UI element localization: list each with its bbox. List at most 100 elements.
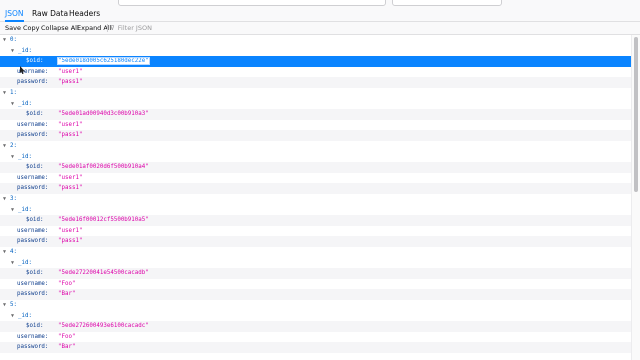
collapse-all-button[interactable]: Collapse All — [41, 22, 79, 34]
tab-json[interactable]: JSON — [5, 8, 24, 22]
username-value-text: "user1" — [58, 227, 83, 234]
password-key: password: — [17, 132, 49, 139]
tree-row-index[interactable]: ▼ 1: — [0, 88, 632, 99]
json-toolbar: Save Copy Collapse All Expand All ⊽ Filte… — [0, 22, 640, 35]
username-key: username: — [17, 121, 49, 128]
password-value[interactable]: "pass1" — [58, 130, 82, 141]
username-value-text: "user1" — [58, 121, 83, 128]
viewer-tabs: JSON Raw Data Headers — [0, 8, 640, 22]
expand-toggle-icon[interactable]: ▼ — [3, 247, 6, 258]
password-value[interactable]: "pass1" — [58, 77, 82, 88]
expand-toggle-icon[interactable]: ▼ — [3, 194, 6, 205]
oid-key: $oid: — [26, 58, 44, 65]
address-field[interactable] — [118, 0, 386, 6]
tree-row-password[interactable]: password: "pass1" — [0, 130, 632, 141]
tree-row-id[interactable]: ▼ _id: — [0, 311, 632, 322]
tree-row-oid[interactable]: $oid: "5ede272600493e6100cacadc" — [0, 321, 632, 332]
password-value-text: "pass1" — [58, 79, 83, 86]
tree-row-id[interactable]: ▼ _id: — [0, 99, 632, 110]
vertical-scrollbar[interactable] — [631, 35, 640, 360]
password-value[interactable]: "pass1" — [58, 183, 82, 194]
expand-toggle-icon[interactable]: ▼ — [3, 35, 6, 46]
json-tree: ▼ 0: ▼ _id: $oid: "5ede018d005c625180dec22e" u… — [0, 35, 632, 360]
oid-value-text: "5ede272600493e6100cacadc" — [58, 323, 149, 330]
oid-value-text: "5ede16f00012cf5500b910a5" — [58, 217, 149, 224]
tree-row-index[interactable]: ▼ 5: — [0, 300, 632, 311]
tab-headers[interactable]: Headers — [69, 8, 100, 20]
filter-icon: ⊽ — [110, 24, 115, 32]
tree-row-username[interactable]: username: "Foo" — [0, 279, 632, 290]
oid-value[interactable]: "5ede27220041e54500cacadb" — [58, 268, 149, 279]
password-value-text: "pass1" — [58, 238, 83, 245]
password-key: password: — [17, 238, 49, 245]
tree-row-password[interactable]: password: "pass1" — [0, 236, 632, 247]
username-value[interactable]: "user1" — [58, 67, 82, 78]
id-key: _id: — [18, 47, 32, 54]
tree-row-oid[interactable]: $oid: "5ede018d005c625180dec22e" — [0, 56, 632, 67]
oid-value[interactable]: "5ede01ad00940d3c00b910a3" — [58, 109, 149, 120]
username-value[interactable]: "Foo" — [58, 332, 75, 343]
username-value-text: "user1" — [58, 68, 83, 75]
oid-value[interactable]: "5ede01af0020d6f500b910a4" — [58, 162, 149, 173]
oid-value[interactable]: "5ede018d005c625180dec22e" — [57, 56, 150, 67]
oid-key: $oid: — [26, 270, 44, 277]
search-field[interactable] — [392, 0, 502, 6]
oid-value[interactable]: "5ede16f00012cf5500b910a5" — [58, 215, 149, 226]
id-key: _id: — [18, 259, 32, 266]
tree-row-index[interactable]: ▼ 4: — [0, 247, 632, 258]
tree-row-oid[interactable]: $oid: "5ede01af0020d6f500b910a4" — [0, 162, 632, 173]
tree-row-oid[interactable]: $oid: "5ede16f00012cf5500b910a5" — [0, 215, 632, 226]
tree-row-username[interactable]: username: "Foo" — [0, 332, 632, 343]
tree-row-username[interactable]: username: "user1" — [0, 120, 632, 131]
expand-toggle-icon[interactable]: ▼ — [11, 311, 14, 322]
oid-key: $oid: — [26, 323, 44, 330]
expand-toggle-icon[interactable]: ▼ — [3, 300, 6, 311]
expand-toggle-icon[interactable]: ▼ — [3, 141, 6, 152]
expand-toggle-icon[interactable]: ▼ — [3, 88, 6, 99]
scrollbar-thumb[interactable] — [634, 37, 638, 192]
id-key: _id: — [18, 312, 32, 319]
password-key: password: — [17, 185, 49, 192]
password-key: password: — [17, 344, 49, 351]
username-value-text: "user1" — [58, 174, 83, 181]
tree-row-id[interactable]: ▼ _id: — [0, 258, 632, 269]
tree-row-username[interactable]: username: "user1" — [0, 67, 632, 78]
tree-row-oid[interactable]: $oid: "5ede01ad00940d3c00b910a3" — [0, 109, 632, 120]
expand-toggle-icon[interactable]: ▼ — [11, 46, 14, 57]
expand-toggle-icon[interactable]: ▼ — [11, 258, 14, 269]
password-value[interactable]: "pass1" — [58, 236, 82, 247]
tree-row-id[interactable]: ▼ _id: — [0, 205, 632, 216]
id-key: _id: — [18, 153, 32, 160]
oid-value[interactable]: "5ede272600493e6100cacadc" — [58, 321, 149, 332]
id-key: _id: — [18, 100, 32, 107]
tree-row-password[interactable]: password: "pass1" — [0, 183, 632, 194]
username-value[interactable]: "user1" — [58, 173, 82, 184]
tree-row-index[interactable]: ▼ 0: — [0, 35, 632, 46]
expand-toggle-icon[interactable]: ▼ — [11, 205, 14, 216]
oid-value-text: "5ede01af0020d6f500b910a4" — [58, 164, 149, 171]
tree-row-password[interactable]: password: "Bar" — [0, 342, 632, 353]
password-value[interactable]: "Bar" — [58, 289, 75, 300]
toolbar-divider — [107, 24, 108, 32]
tree-row-username[interactable]: username: "user1" — [0, 173, 632, 184]
tree-row-password[interactable]: password: "pass1" — [0, 77, 632, 88]
tree-row-id[interactable]: ▼ _id: — [0, 46, 632, 57]
username-value[interactable]: "user1" — [58, 226, 82, 237]
tree-row-index[interactable]: ▼ 3: — [0, 194, 632, 205]
array-index-key: 4: — [10, 249, 17, 255]
tree-row-oid[interactable]: $oid: "5ede27220041e54500cacadb" — [0, 268, 632, 279]
tree-row-index[interactable]: ▼ 2: — [0, 141, 632, 152]
password-value[interactable]: "Bar" — [58, 342, 75, 353]
password-key: password: — [17, 291, 49, 298]
tree-row-id[interactable]: ▼ _id: — [0, 152, 632, 163]
save-button[interactable]: Save — [5, 22, 21, 34]
filter-input[interactable]: ⊽ Filter JSON — [110, 22, 152, 34]
copy-button[interactable]: Copy — [23, 22, 40, 34]
expand-toggle-icon[interactable]: ▼ — [11, 152, 14, 163]
expand-toggle-icon[interactable]: ▼ — [11, 99, 14, 110]
tree-row-password[interactable]: password: "Bar" — [0, 289, 632, 300]
username-value[interactable]: "Foo" — [58, 279, 75, 290]
username-value[interactable]: "user1" — [58, 120, 82, 131]
tab-raw-data[interactable]: Raw Data — [32, 8, 68, 20]
tree-row-username[interactable]: username: "user1" — [0, 226, 632, 237]
